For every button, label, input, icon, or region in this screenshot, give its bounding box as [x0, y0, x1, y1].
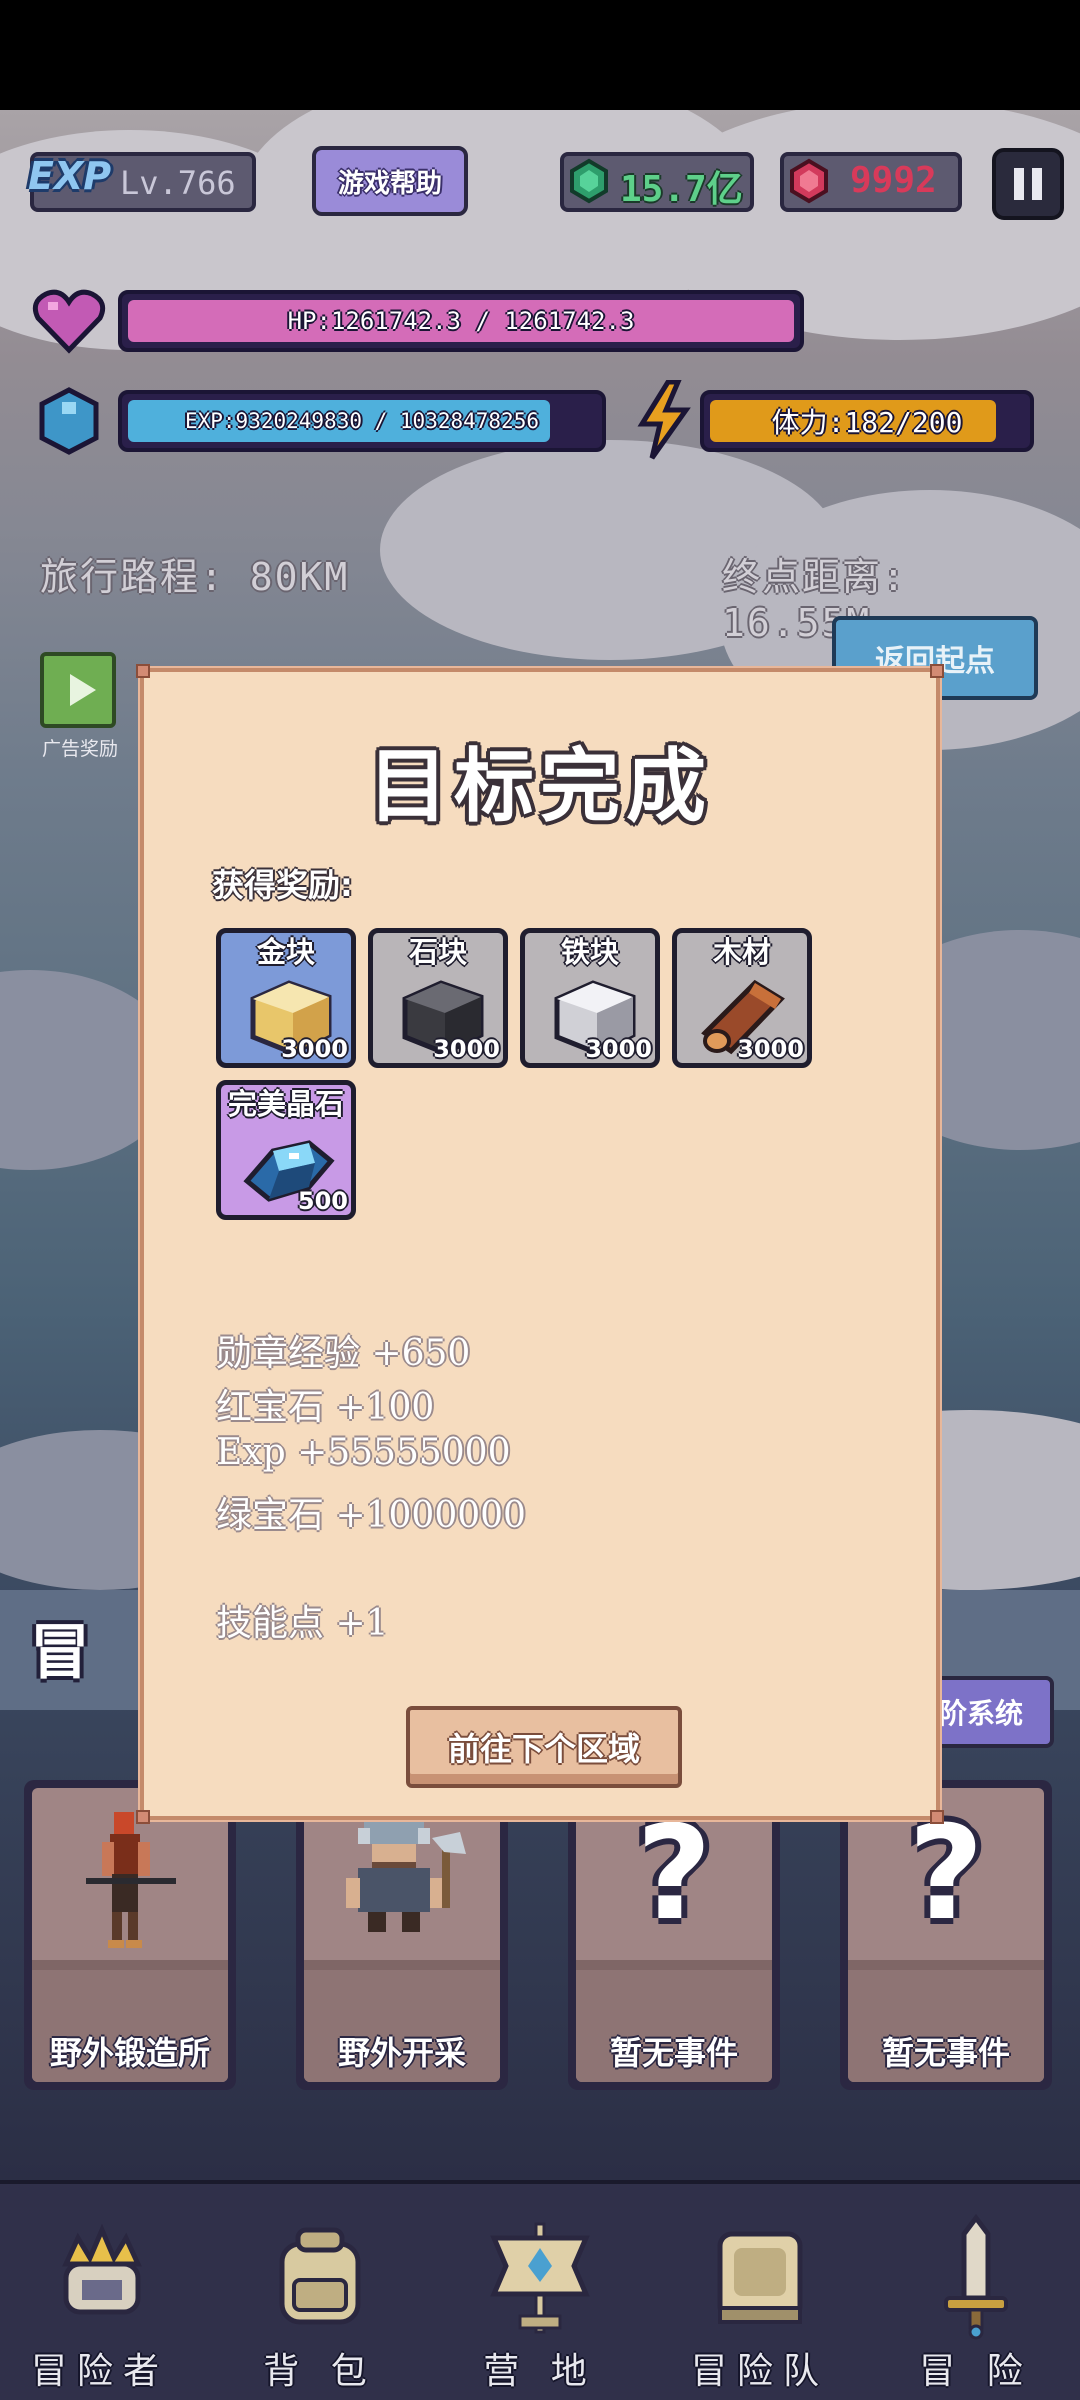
backpack-icon [279, 2227, 361, 2325]
item-quantity: 3000 [737, 1035, 804, 1063]
pause-button[interactable] [992, 148, 1064, 220]
reward-item-gold[interactable]: 金块 3000 [216, 928, 356, 1068]
ruby-icon [790, 158, 828, 204]
item-quantity: 3000 [585, 1035, 652, 1063]
item-name: 铁块 [560, 935, 619, 969]
stamina-text: 体力:182/200 [771, 406, 963, 439]
ad-reward-button[interactable]: 广告奖励 [38, 652, 122, 762]
reward-medal-exp: 勋章经验 +650 [216, 1333, 471, 1374]
item-name: 石块 [408, 935, 467, 969]
blacksmith-icon [86, 1812, 176, 1948]
hp-text: HP:1261742.3 / 1261742.3 [287, 307, 635, 335]
lightning-icon [637, 380, 691, 460]
nav-label: 背 包 [263, 2351, 377, 2392]
event-card-forge[interactable]: 野外锻造所 [24, 1780, 236, 2090]
distance-traveled: 旅行路程: 80KM [40, 555, 350, 599]
reward-emerald: 绿宝石 +1000000 [216, 1495, 526, 1536]
nav-backpack[interactable]: 背 包 [220, 2184, 420, 2400]
pause-icon [1014, 168, 1042, 200]
nav-adventure[interactable]: 冒 险 [876, 2184, 1076, 2400]
player-level: Lv.766 [120, 164, 236, 202]
nav-label: 冒险者 [30, 2351, 169, 2392]
team-book-icon [717, 2231, 803, 2324]
stamina-bar: 体力:182/200 [700, 390, 1034, 452]
nav-label: 冒 险 [919, 2351, 1033, 2392]
reward-ruby: 红宝石 +100 [216, 1387, 435, 1428]
crown-helmet-icon [62, 2224, 142, 2315]
ad-reward-label: 广告奖励 [41, 738, 118, 760]
event-card-label: 野外开采 [337, 2034, 466, 2072]
play-icon [70, 674, 96, 706]
reward-item-wood[interactable]: 木材 3000 [672, 928, 812, 1068]
ruby-amount: 9992 [850, 160, 937, 201]
event-card-label: 暂无事件 [609, 2034, 738, 2072]
item-name: 金块 [256, 935, 315, 969]
nav-label: 营 地 [483, 2351, 597, 2392]
miner-icon [346, 1814, 466, 1932]
reward-item-stone[interactable]: 石块 3000 [368, 928, 508, 1068]
nav-team[interactable]: 冒险队 [660, 2184, 860, 2400]
question-mark-icon: ? [908, 1797, 984, 1949]
hp-bar: HP:1261742.3 / 1261742.3 [118, 290, 804, 352]
dialog-title: 目标完成 [368, 740, 712, 833]
item-quantity: 3000 [433, 1035, 500, 1063]
exp-badge-icon: EXP [28, 154, 112, 198]
item-quantity: 500 [297, 1187, 348, 1215]
next-area-button[interactable]: 前往下个区域 [406, 1706, 682, 1788]
help-button[interactable]: 游戏帮助 [312, 146, 468, 216]
reward-item-crystal[interactable]: 完美晶石 500 [216, 1080, 356, 1220]
exp-orb-icon [39, 387, 99, 455]
heart-icon [32, 289, 106, 354]
reward-skill-point: 技能点 +1 [216, 1603, 389, 1644]
nav-camp[interactable]: 营 地 [440, 2184, 640, 2400]
exp-bar: EXP:9320249830 / 10328478256 [118, 390, 606, 452]
exp-text: EXP:9320249830 / 10328478256 [184, 409, 539, 433]
help-button-label: 游戏帮助 [337, 168, 442, 199]
nav-adventurer[interactable]: 冒险者 [0, 2184, 200, 2400]
emerald-amount: 15.7亿 [620, 169, 743, 210]
rewards-heading: 获得奖励: [212, 866, 353, 904]
event-card-empty-1[interactable]: ? 暂无事件 [568, 1780, 780, 2090]
goal-complete-dialog: 目标完成 获得奖励: 金块 3000 石块 3000 铁块 3000 木材 30… [136, 664, 944, 1824]
nav-label: 冒险队 [690, 2351, 829, 2392]
item-name: 木材 [712, 935, 771, 969]
top-hud: EXP Lv.766 游戏帮助 15.7亿 9992 [0, 140, 1080, 220]
bottom-nav: 冒险者 背 包 营 地 冒险队 冒 险 [0, 2180, 1080, 2400]
event-card-label: 暂无事件 [881, 2034, 1010, 2072]
emerald-icon [570, 158, 608, 204]
item-name: 完美晶石 [227, 1087, 344, 1121]
camp-banner-icon [490, 2222, 590, 2334]
reward-exp: Exp +55555000 [216, 1432, 511, 1473]
sword-icon [944, 2214, 1008, 2340]
event-card-mining[interactable]: 野外开采 [296, 1780, 508, 2090]
reward-item-iron[interactable]: 铁块 3000 [520, 928, 660, 1068]
question-mark-icon: ? [636, 1797, 712, 1949]
item-quantity: 3000 [281, 1035, 348, 1063]
event-card-empty-2[interactable]: ? 暂无事件 [840, 1780, 1052, 2090]
event-card-label: 野外锻造所 [49, 2034, 210, 2072]
